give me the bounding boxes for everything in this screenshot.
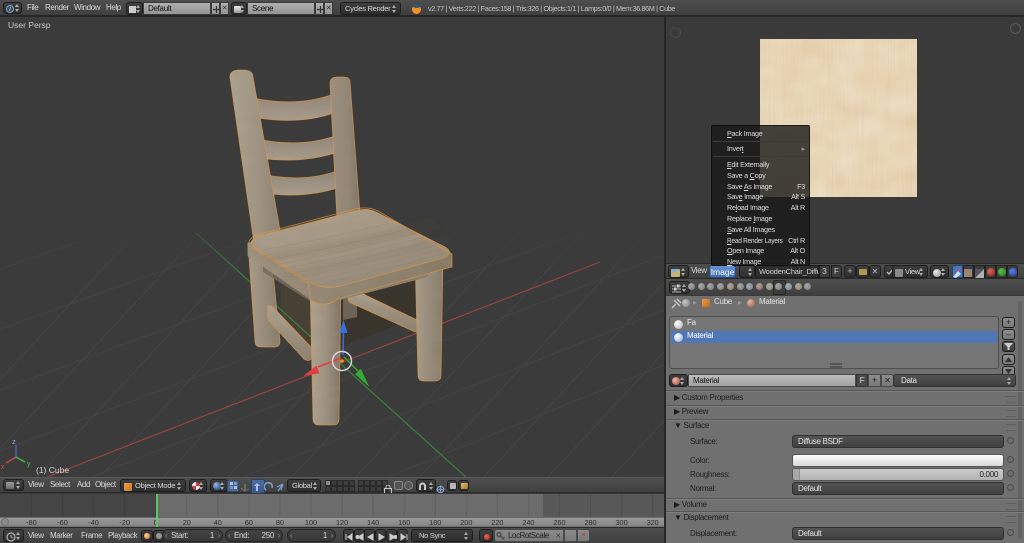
svg-text:40: 40: [214, 518, 222, 527]
svg-text:-40: -40: [88, 518, 99, 527]
svg-text:100: 100: [305, 518, 317, 527]
svg-text:-20: -20: [119, 518, 130, 527]
svg-text:160: 160: [398, 518, 410, 527]
svg-text:280: 280: [584, 518, 596, 527]
svg-text:80: 80: [276, 518, 284, 527]
svg-text:z: z: [12, 437, 16, 446]
svg-text:300: 300: [616, 518, 628, 527]
svg-text:180: 180: [429, 518, 441, 527]
svg-text:-60: -60: [57, 518, 68, 527]
svg-text:60: 60: [245, 518, 253, 527]
svg-text:260: 260: [553, 518, 565, 527]
svg-text:140: 140: [367, 518, 379, 527]
svg-text:200: 200: [460, 518, 472, 527]
svg-text:240: 240: [522, 518, 534, 527]
svg-text:x: x: [1, 464, 5, 471]
svg-text:320: 320: [647, 518, 659, 527]
svg-text:-80: -80: [26, 518, 37, 527]
svg-text:20: 20: [183, 518, 191, 527]
svg-text:y: y: [27, 461, 31, 468]
svg-text:220: 220: [491, 518, 503, 527]
svg-text:120: 120: [336, 518, 348, 527]
